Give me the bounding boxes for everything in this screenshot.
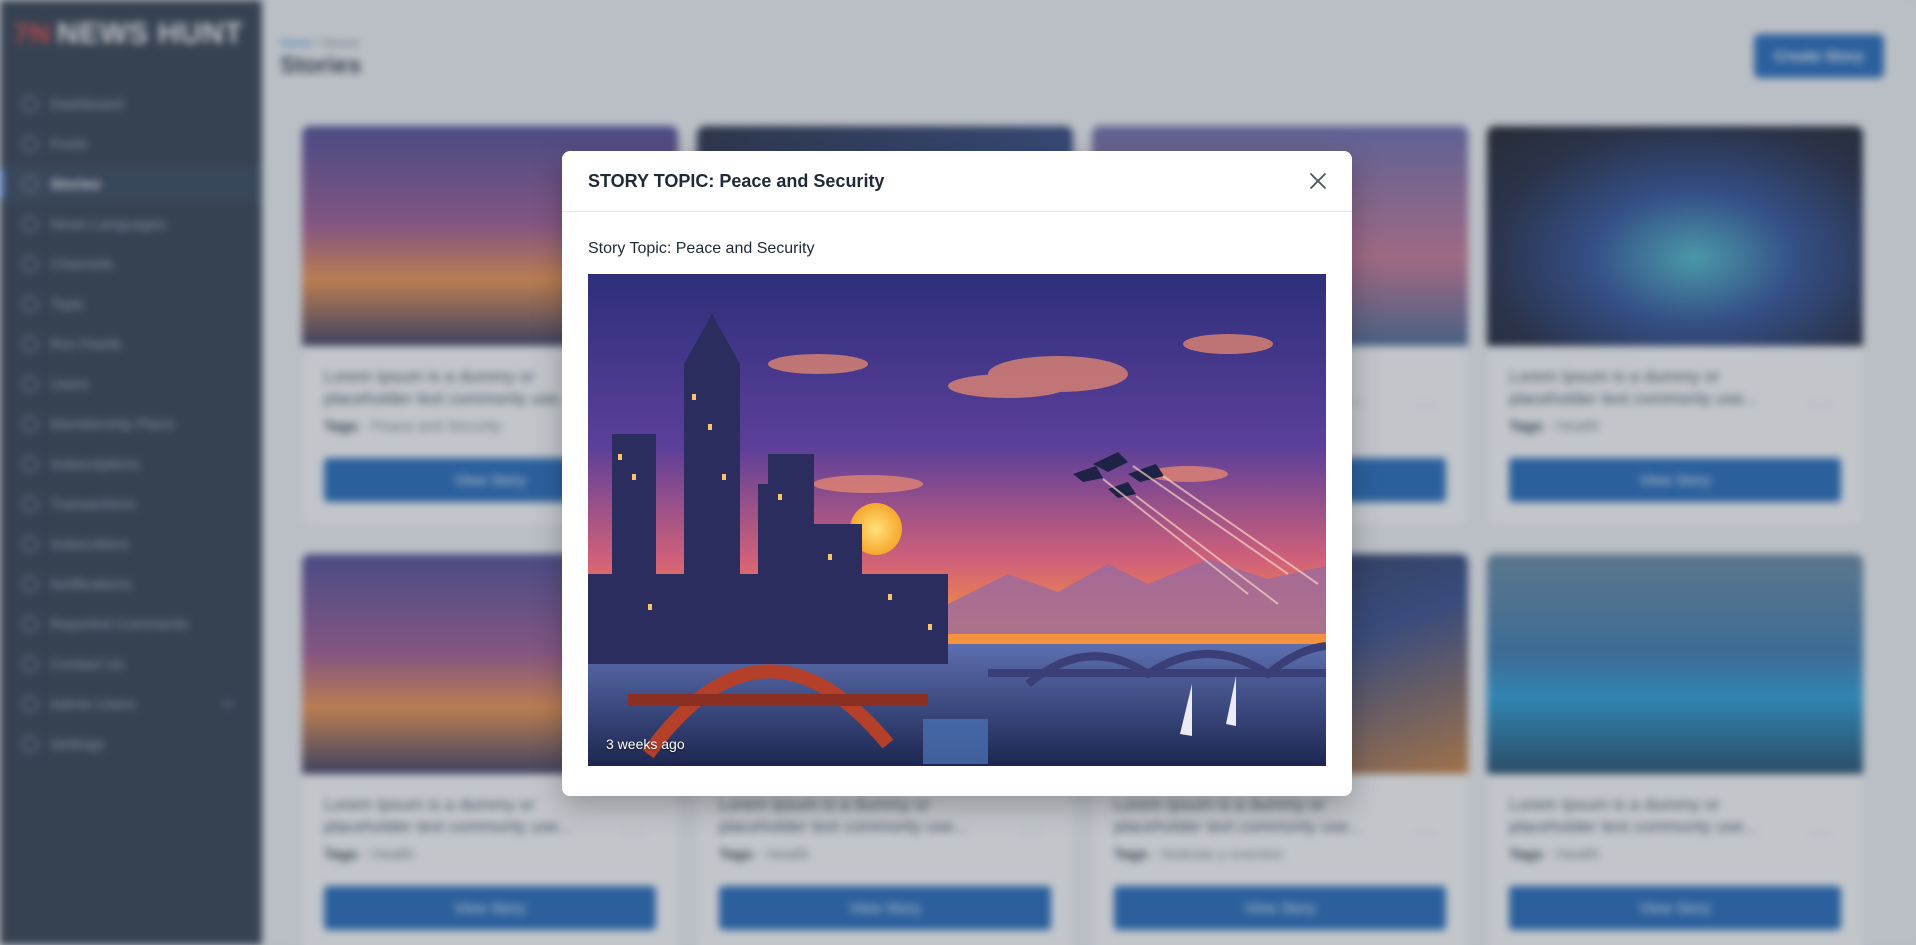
modal-title: STORY TOPIC: Peace and Security — [588, 170, 885, 191]
story-illustration — [588, 274, 1326, 766]
modal-header: STORY TOPIC: Peace and Security — [562, 151, 1352, 212]
modal-body: Story Topic: Peace and Security 3 weeks … — [562, 212, 1352, 794]
story-modal: STORY TOPIC: Peace and Security Story To… — [562, 151, 1352, 796]
close-icon[interactable] — [1304, 167, 1332, 195]
modal-subtitle: Story Topic: Peace and Security — [588, 240, 815, 257]
story-image: 3 weeks ago — [588, 274, 1326, 766]
story-timestamp: 3 weeks ago — [606, 736, 685, 752]
